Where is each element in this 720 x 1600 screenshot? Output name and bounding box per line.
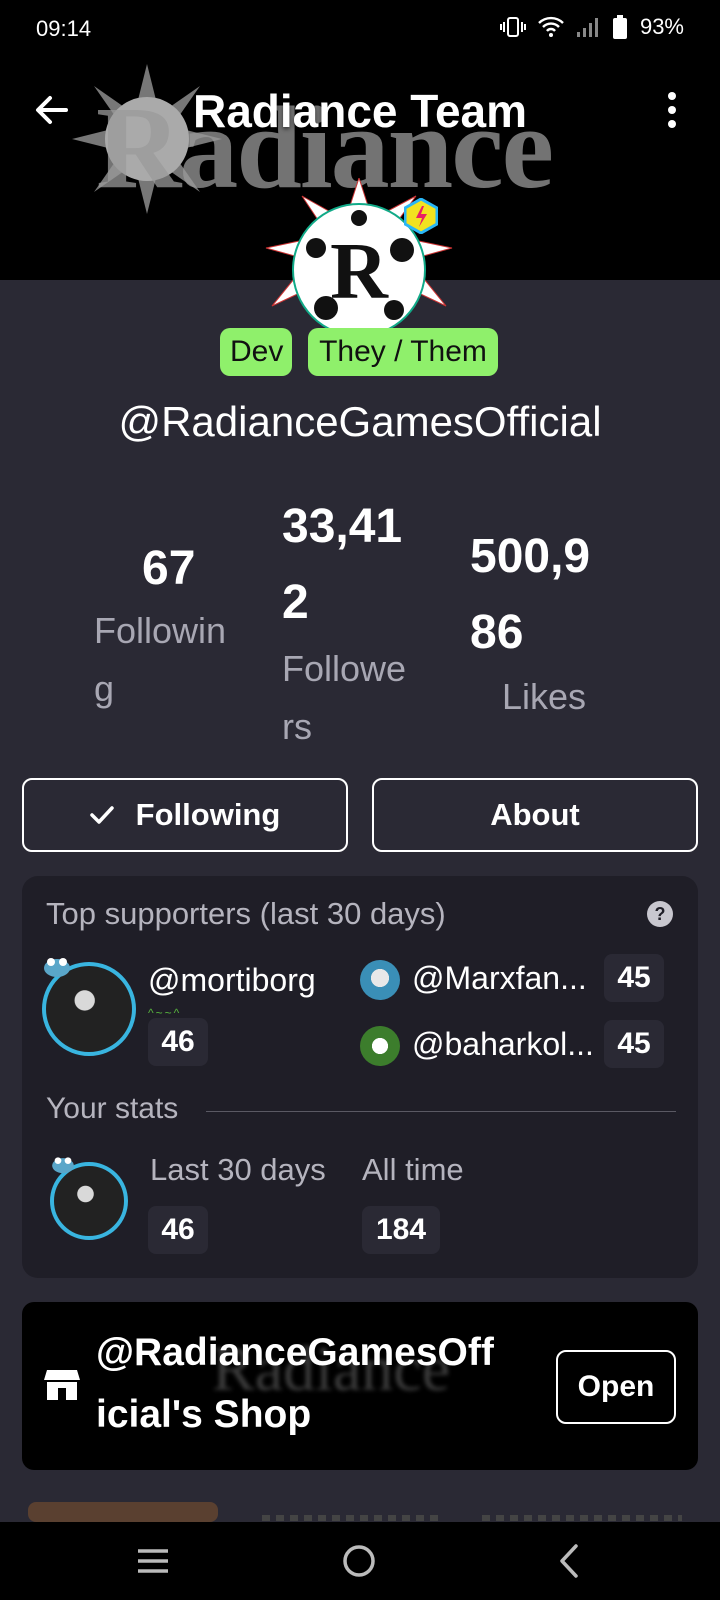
help-icon[interactable]: ? <box>646 900 674 928</box>
top-supporter-name[interactable]: @mortiborg <box>148 962 316 999</box>
svg-text:?: ? <box>655 904 666 924</box>
followers-count-line2: 2 <box>282 576 309 629</box>
last-30-days-label: Last 30 days <box>150 1152 326 1187</box>
frog-hat-icon <box>44 958 70 977</box>
profile-username: @RadianceGamesOfficial <box>118 398 602 445</box>
followers-label-line1: Followe <box>282 648 407 689</box>
followers-count-line1: 33,41 <box>282 500 403 553</box>
top-supporters-card: Top supporters (last 30 days) ? @mortibo… <box>22 876 698 1278</box>
supporter-avatar-2[interactable] <box>360 1026 400 1066</box>
role-tag: Dev <box>220 328 292 376</box>
home-icon[interactable] <box>340 1542 378 1580</box>
checkmark-icon <box>89 806 114 824</box>
shop-title: @RadianceGamesOff icial's Shop <box>96 1322 536 1446</box>
store-icon <box>44 1370 80 1400</box>
next-section-peek <box>28 1502 682 1522</box>
likes-count-line2: 86 <box>470 606 524 659</box>
wifi-icon <box>538 16 564 37</box>
all-time-value: 184 <box>362 1206 440 1254</box>
back-nav-icon[interactable] <box>554 1542 582 1580</box>
frog-hat-icon <box>52 1157 74 1174</box>
shop-title-line1: @RadianceGamesOff <box>96 1331 494 1374</box>
pronouns-tag: They / Them <box>308 328 498 376</box>
svg-text:R: R <box>330 228 389 316</box>
following-label-line2: g <box>94 668 115 709</box>
following-label-line1: Followin <box>94 610 227 651</box>
page-title: Radiance Team <box>192 85 528 137</box>
battery-icon <box>612 15 627 39</box>
supporter-name-1[interactable]: @Marxfan... <box>412 960 587 997</box>
vibrate-icon <box>499 17 526 37</box>
signal-icon <box>576 18 598 37</box>
supporter-avatar-1[interactable] <box>360 960 400 1000</box>
last-30-days-value: 46 <box>148 1206 208 1254</box>
supporter-score-1: 45 <box>604 954 664 1002</box>
followers-label-line2: rs <box>282 706 312 747</box>
likes-count-line1: 500,9 <box>470 530 591 583</box>
status-bar: 09:14 93% <box>0 0 720 60</box>
system-nav-bar <box>0 1522 720 1600</box>
grass-decoration: ^~~^ <box>148 1006 182 1020</box>
following-count: 67 <box>142 542 196 595</box>
about-button[interactable]: About <box>372 778 698 852</box>
supporters-title: Top supporters (last 30 days) <box>46 896 446 931</box>
top-supporter-score: 46 <box>148 1018 208 1066</box>
recents-icon[interactable] <box>134 1542 172 1580</box>
shop-open-button[interactable]: Open <box>556 1350 676 1424</box>
your-stats-label: Your stats <box>46 1092 179 1125</box>
likes-label: Likes <box>502 676 587 717</box>
about-button-label: About <box>490 797 580 832</box>
following-button-label: Following <box>135 797 281 832</box>
shop-card[interactable]: Radiance @RadianceGamesOff icial's Shop … <box>22 1302 698 1470</box>
divider <box>206 1111 676 1112</box>
all-time-label: All time <box>362 1152 464 1187</box>
shop-title-line2: icial's Shop <box>96 1393 312 1436</box>
supporter-name-2[interactable]: @baharkol... <box>412 1026 594 1063</box>
more-options-icon[interactable] <box>654 88 690 132</box>
following-button[interactable]: Following <box>22 778 348 852</box>
status-time: 09:14 <box>36 16 92 41</box>
creator-badge-icon <box>404 198 438 234</box>
supporter-score-2: 45 <box>604 1020 664 1068</box>
battery-percent: 93% <box>639 14 684 39</box>
status-icons: 93% <box>499 14 684 40</box>
